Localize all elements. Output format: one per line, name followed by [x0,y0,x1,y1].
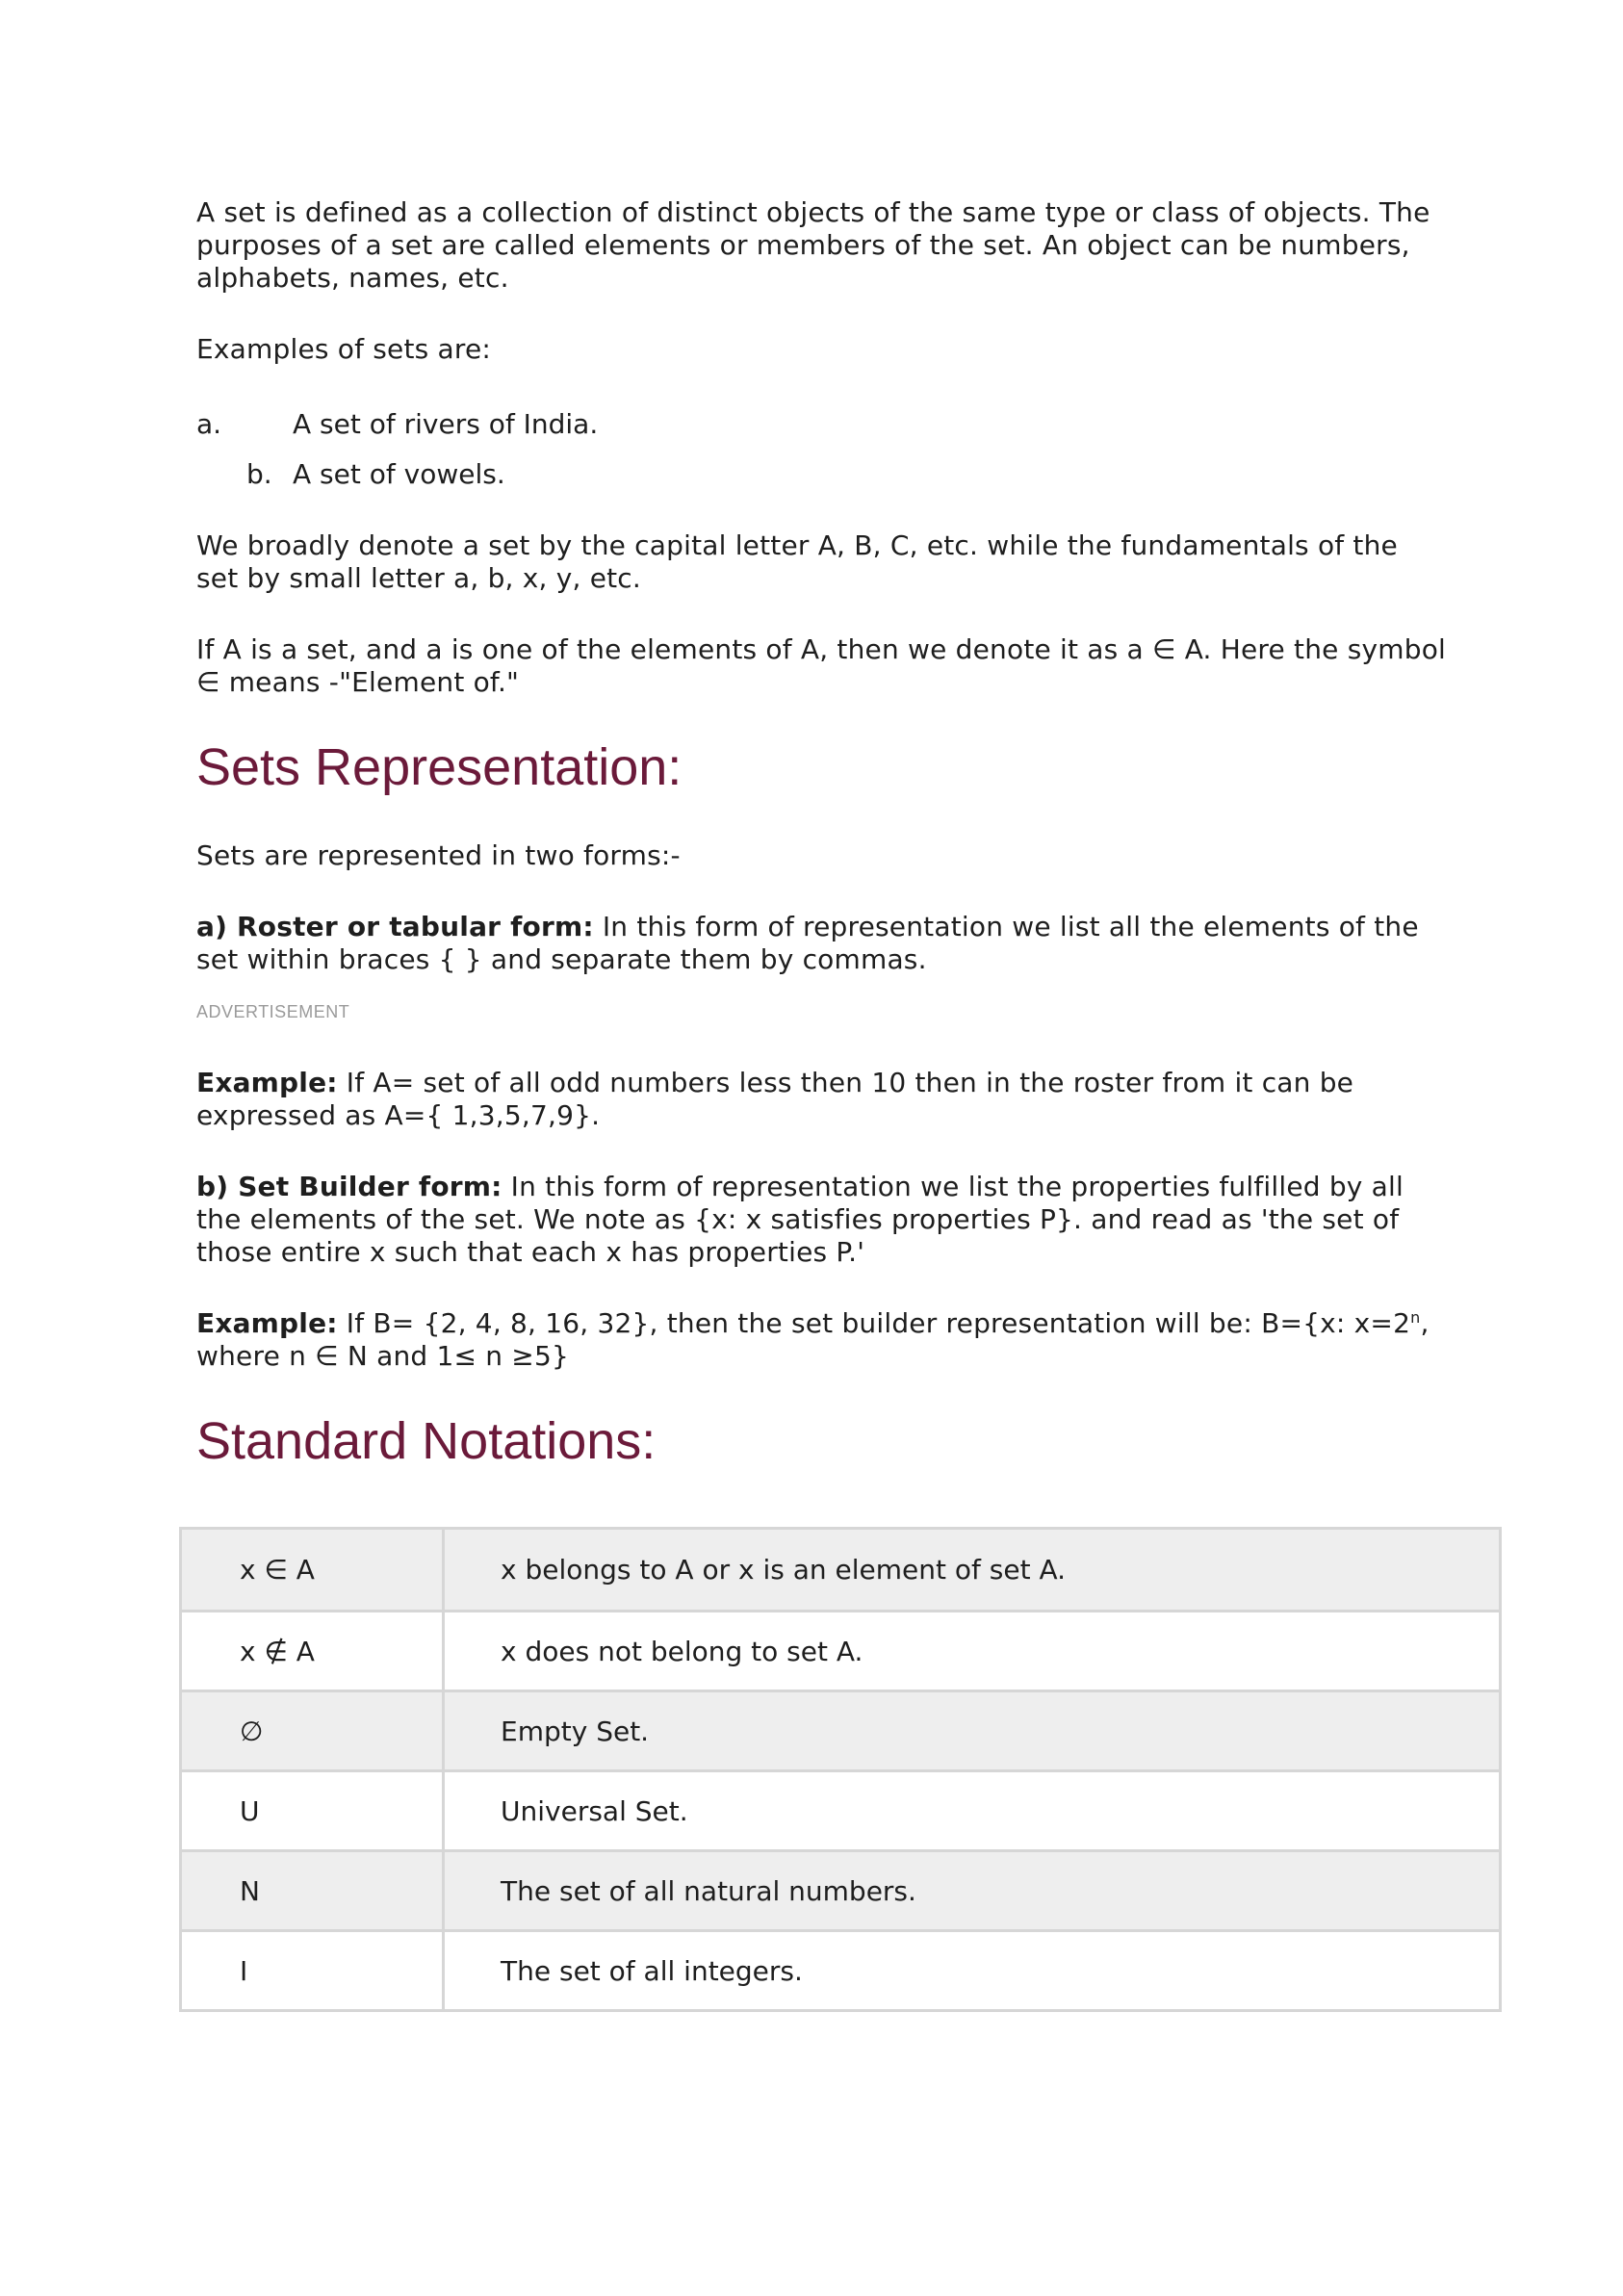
element-paragraph: If A is a set, and a is one of the eleme… [196,633,1447,698]
table-row: N The set of all natural numbers. [180,1849,1501,1931]
list-marker: b. [246,458,272,490]
heading-standard-notations: Standard Notations: [196,1412,657,1470]
table-row: I The set of all integers. [180,1929,1501,2011]
list-item: b. A set of vowels. [196,458,1448,491]
examples-lead: Examples of sets are: [196,333,492,365]
list-item: a. A set of rivers of India. [196,408,1448,441]
roster-label: a) Roster or tabular form: [196,911,594,942]
roster-paragraph: a) Roster or tabular form: In this form … [196,911,1448,976]
table-row: ∅ Empty Set. [180,1690,1501,1771]
notation-symbol: ∅ [180,1690,445,1771]
example1-label: Example: [196,1067,338,1098]
list-item-text: A set of rivers of India. [293,408,599,440]
advertisement-label: ADVERTISEMENT [196,1002,350,1021]
builder-label: b) Set Builder form: [196,1171,502,1202]
list-item-text: A set of vowels. [293,458,505,490]
notation-meaning: Universal Set. [443,1769,1501,1851]
intro-paragraph: A set is defined as a collection of dist… [196,196,1430,294]
table-row: x ∉ A x does not belong to set A. [180,1610,1501,1691]
example2-label: Example: [196,1307,338,1339]
notation-meaning: x belongs to A or x is an element of set… [443,1528,1501,1612]
example1-text: If A= set of all odd numbers less then 1… [196,1067,1354,1131]
document-content: A set is defined as a collection of dist… [196,196,1448,1511]
notation-symbol: I [180,1929,445,2011]
notation-symbol: x ∉ A [180,1610,445,1691]
table-row: U Universal Set. [180,1769,1501,1851]
table-row: x ∈ A x belongs to A or x is an element … [180,1528,1501,1612]
notation-meaning: The set of all natural numbers. [443,1849,1501,1931]
list-marker: a. [196,408,222,440]
example2-superscript: n [1410,1308,1421,1327]
notation-symbol: N [180,1849,445,1931]
builder-paragraph: b) Set Builder form: In this form of rep… [196,1171,1448,1269]
notations-table: x ∈ A x belongs to A or x is an element … [179,1527,1502,2012]
example2-paragraph: Example: If B= {2, 4, 8, 16, 32}, then t… [196,1307,1448,1373]
forms-lead: Sets are represented in two forms:- [196,839,681,871]
notation-symbol: U [180,1769,445,1851]
notation-meaning: x does not belong to set A. [443,1610,1501,1691]
heading-sets-representation: Sets Representation: [196,738,683,796]
document-page: A set is defined as a collection of dist… [0,0,1623,2296]
notation-symbol: x ∈ A [180,1528,445,1612]
notation-meaning: Empty Set. [443,1690,1501,1771]
example2-text-before: If B= {2, 4, 8, 16, 32}, then the set bu… [337,1307,1411,1339]
examples-list: a. A set of rivers of India. b. A set of… [196,408,1448,491]
notation-meaning: The set of all integers. [443,1929,1501,2011]
example1-paragraph: Example: If A= set of all odd numbers le… [196,1067,1448,1132]
denote-paragraph: We broadly denote a set by the capital l… [196,529,1398,594]
